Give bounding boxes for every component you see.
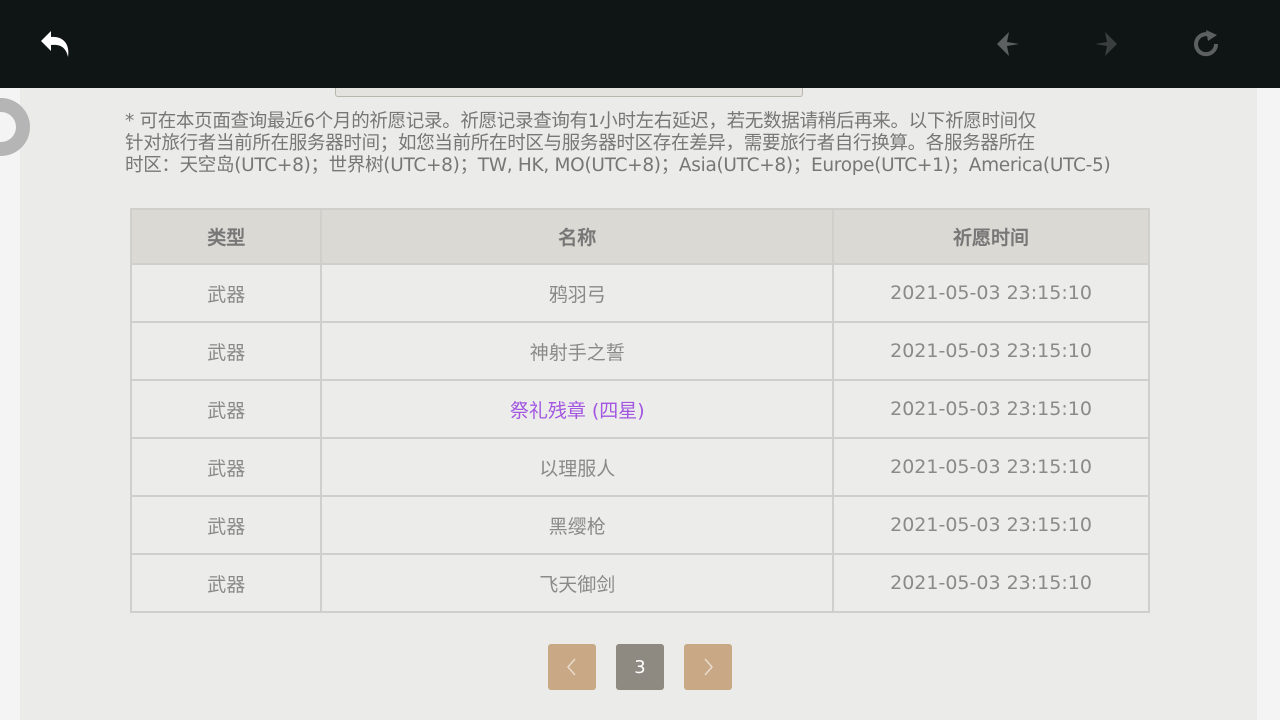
row-name: 以理服人	[320, 437, 835, 497]
back-arrow-icon[interactable]	[34, 22, 78, 66]
table-row: 武器 以理服人 2021-05-03 23:15:10	[129, 437, 1150, 497]
table-row: 武器 飞天御剑 2021-05-03 23:15:10	[129, 553, 1150, 613]
chevron-left-icon	[567, 658, 576, 676]
row-type: 武器	[129, 263, 323, 323]
header-name: 名称	[320, 208, 835, 265]
notice-line-3: 时区：天空岛(UTC+8)；世界树(UTC+8)；TW, HK, MO(UTC+…	[125, 155, 1111, 176]
table-header-row: 类型 名称 祈愿时间	[129, 208, 1150, 265]
current-page-indicator: 3	[616, 644, 664, 690]
table-row: 武器 祭礼残章 (四星) 2021-05-03 23:15:10	[129, 379, 1150, 439]
row-time: 2021-05-03 23:15:10	[832, 495, 1150, 555]
pool-select-dropdown[interactable]	[335, 88, 803, 97]
prev-arrow-icon[interactable]	[986, 22, 1030, 66]
next-arrow-icon[interactable]	[1084, 22, 1128, 66]
row-type: 武器	[129, 553, 323, 613]
row-name: 神射手之誓	[320, 321, 835, 381]
row-type: 武器	[129, 321, 323, 381]
prev-page-button[interactable]	[548, 644, 596, 690]
chevron-right-icon	[704, 658, 713, 676]
table-row: 武器 黑缨枪 2021-05-03 23:15:10	[129, 495, 1150, 555]
notice-line-1: * 可在本页面查询最近6个月的祈愿记录。祈愿记录查询有1小时左右延迟，若无数据请…	[125, 111, 1037, 132]
row-time: 2021-05-03 23:15:10	[832, 437, 1150, 497]
row-time: 2021-05-03 23:15:10	[832, 553, 1150, 613]
next-page-button[interactable]	[684, 644, 732, 690]
row-name: 黑缨枪	[320, 495, 835, 555]
table-row: 武器 神射手之誓 2021-05-03 23:15:10	[129, 321, 1150, 381]
row-name: 飞天御剑	[320, 553, 835, 613]
row-type: 武器	[129, 437, 323, 497]
row-name: 鸦羽弓	[320, 263, 835, 323]
row-name-four-star: 祭礼残章 (四星)	[320, 379, 835, 439]
row-time: 2021-05-03 23:15:10	[832, 379, 1150, 439]
notice-line-2: 针对旅行者当前所在服务器时间；如您当前所在时区与服务器时区存在差异，需要旅行者自…	[125, 133, 1036, 154]
row-time: 2021-05-03 23:15:10	[832, 321, 1150, 381]
wish-records-table: 类型 名称 祈愿时间 武器 鸦羽弓 2021-05-03 23:15:10 武器…	[129, 208, 1150, 613]
row-time: 2021-05-03 23:15:10	[832, 263, 1150, 323]
row-type: 武器	[129, 495, 323, 555]
header-time: 祈愿时间	[832, 208, 1150, 265]
browser-toolbar	[0, 0, 1280, 88]
notice-text: * 可在本页面查询最近6个月的祈愿记录。祈愿记录查询有1小时左右延迟，若无数据请…	[125, 111, 1155, 177]
reload-icon[interactable]	[1184, 22, 1228, 66]
row-type: 武器	[129, 379, 323, 439]
header-type: 类型	[129, 208, 323, 265]
table-row: 武器 鸦羽弓 2021-05-03 23:15:10	[129, 263, 1150, 323]
